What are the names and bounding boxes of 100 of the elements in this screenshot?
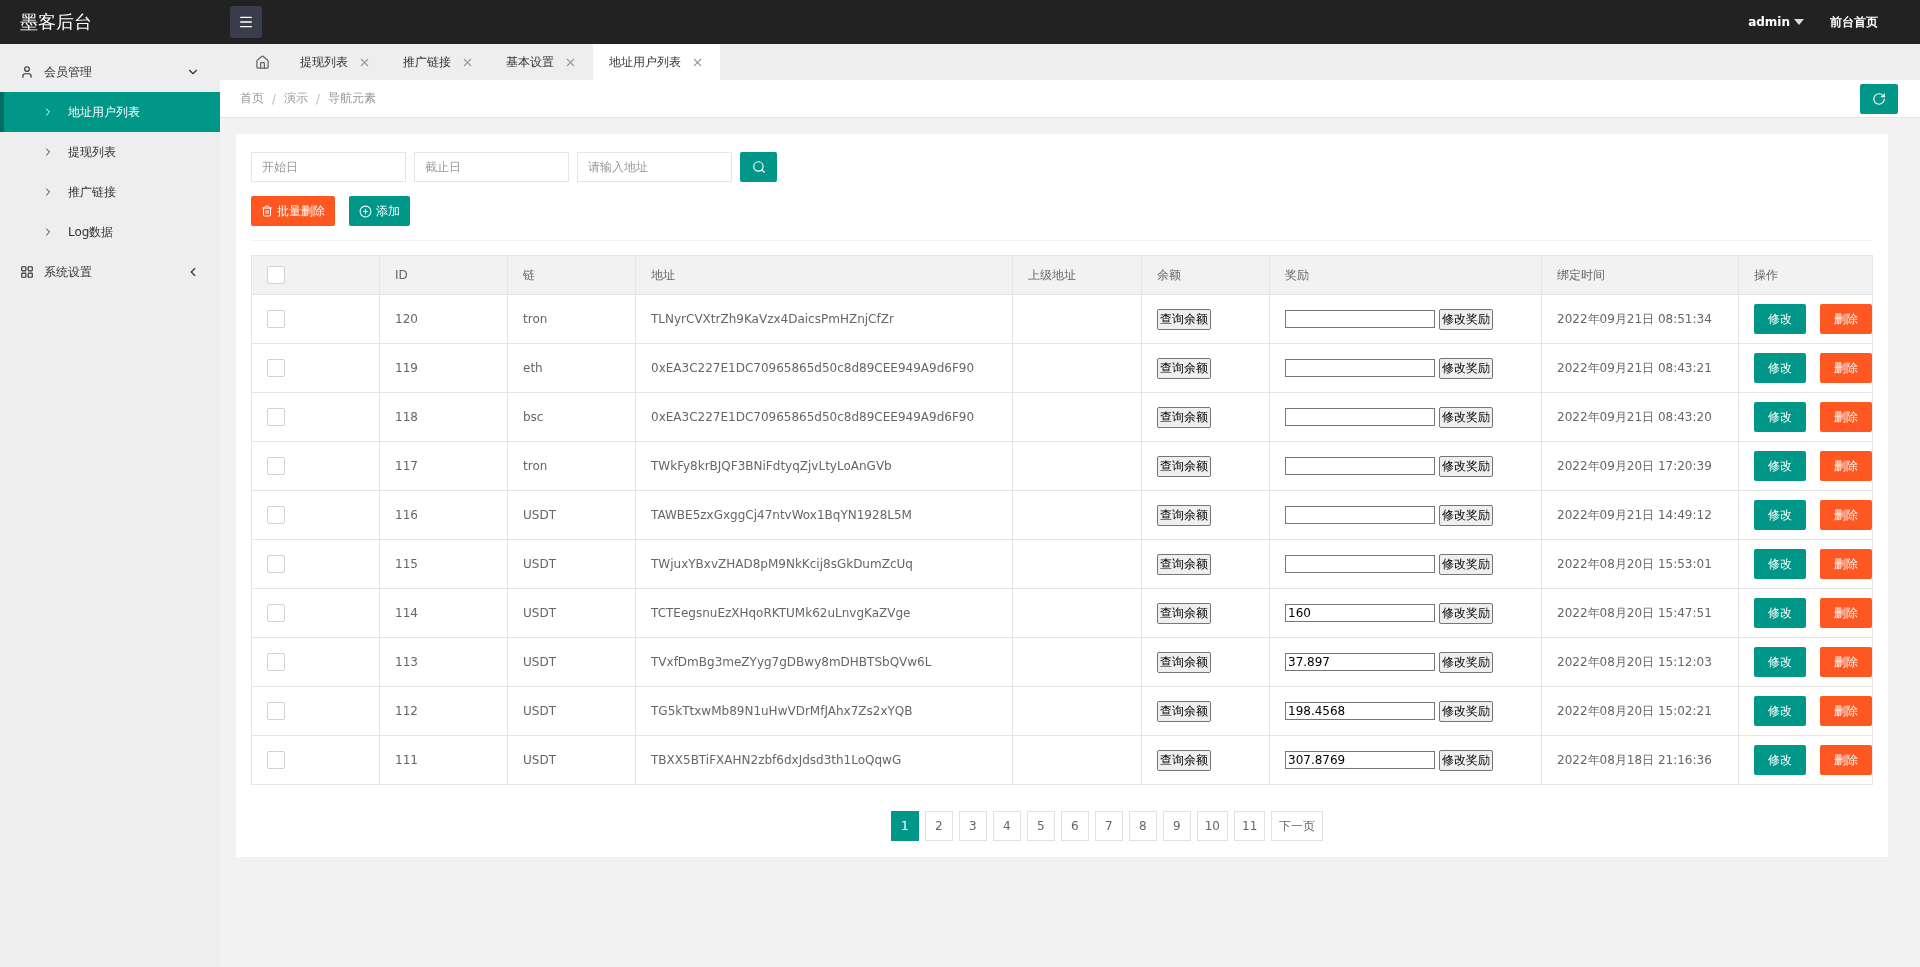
table-cell: TCTEegsnuEzXHqoRKTUMk62uLnvgKaZVge [635, 588, 1013, 638]
query-balance-button[interactable]: 查询余额 [1157, 651, 1211, 673]
update-reward-button[interactable]: 修改奖励 [1439, 455, 1493, 477]
reward-field[interactable]: 198.4568 [1285, 702, 1435, 720]
grid-icon [20, 265, 34, 279]
reward-field[interactable]: 307.8769 [1285, 751, 1435, 769]
user-menu[interactable]: admin [1748, 15, 1804, 29]
query-balance-button[interactable]: 查询余额 [1157, 357, 1211, 379]
update-reward-button[interactable]: 修改奖励 [1439, 553, 1493, 575]
edit-button[interactable]: 修改 [1754, 696, 1806, 726]
query-balance-button[interactable]: 查询余额 [1157, 504, 1211, 526]
reward-field[interactable] [1285, 506, 1435, 524]
reward-field[interactable] [1285, 359, 1435, 377]
update-reward-button[interactable]: 修改奖励 [1439, 651, 1493, 673]
row-checkbox[interactable] [267, 408, 285, 426]
edit-button[interactable]: 修改 [1754, 549, 1806, 579]
table-cell: USDT [507, 686, 636, 736]
frontend-link[interactable]: 前台首页 [1830, 13, 1878, 31]
row-checkbox[interactable] [267, 751, 285, 769]
breadcrumb-separator: / [272, 91, 277, 106]
reward-field[interactable]: 160 [1285, 604, 1435, 622]
edit-button[interactable]: 修改 [1754, 500, 1806, 530]
query-balance-button[interactable]: 查询余额 [1157, 602, 1211, 624]
update-reward-button[interactable]: 修改奖励 [1439, 700, 1493, 722]
page-button[interactable]: 5 [1026, 811, 1055, 841]
page-button[interactable]: 11 [1234, 811, 1266, 841]
page-button[interactable]: 3 [958, 811, 987, 841]
table-cell: 0xEA3C227E1DC70965865d50c8d89CEE949A9d6F90 [635, 343, 1013, 393]
page-button[interactable]: 7 [1094, 811, 1123, 841]
sidebar-item[interactable]: 系统设置 [0, 252, 220, 292]
column-header: ID [379, 255, 508, 295]
column-header: 上级地址 [1012, 255, 1142, 295]
sidebar-subitem[interactable]: 推广链接 [0, 172, 220, 212]
reward-field[interactable] [1285, 555, 1435, 573]
edit-button[interactable]: 修改 [1754, 304, 1806, 334]
table-cell: 118 [379, 392, 508, 442]
sidebar-item[interactable]: 会员管理 [0, 52, 220, 92]
edit-button[interactable]: 修改 [1754, 353, 1806, 383]
reward-field[interactable] [1285, 408, 1435, 426]
row-checkbox[interactable] [267, 457, 285, 475]
query-balance-button[interactable]: 查询余额 [1157, 700, 1211, 722]
update-reward-button[interactable]: 修改奖励 [1439, 504, 1493, 526]
page-button[interactable]: 4 [992, 811, 1021, 841]
reward-field[interactable] [1285, 310, 1435, 328]
sidebar-subitem[interactable]: 提现列表 [0, 132, 220, 172]
reward-field[interactable]: 37.897 [1285, 653, 1435, 671]
edit-button[interactable]: 修改 [1754, 402, 1806, 432]
table-cell: USDT [507, 637, 636, 687]
edit-button[interactable]: 修改 [1754, 745, 1806, 775]
tab[interactable]: 提现列表 [284, 44, 387, 80]
row-checkbox[interactable] [267, 310, 285, 328]
tab[interactable]: 地址用户列表 [593, 44, 720, 80]
edit-button[interactable]: 修改 [1754, 598, 1806, 628]
query-balance-button[interactable]: 查询余额 [1157, 749, 1211, 771]
update-reward-button[interactable]: 修改奖励 [1439, 357, 1493, 379]
reward-field[interactable] [1285, 457, 1435, 475]
page-button[interactable]: 2 [924, 811, 953, 841]
breadcrumb-separator: / [316, 91, 321, 106]
add-button[interactable]: 添加 [349, 196, 410, 226]
row-checkbox[interactable] [267, 702, 285, 720]
query-balance-button[interactable]: 查询余额 [1157, 308, 1211, 330]
row-checkbox[interactable] [267, 555, 285, 573]
update-reward-button[interactable]: 修改奖励 [1439, 308, 1493, 330]
sidebar-subitem[interactable]: 地址用户列表 [0, 92, 220, 132]
page-button[interactable]: 10 [1196, 811, 1228, 841]
query-balance-button[interactable]: 查询余额 [1157, 553, 1211, 575]
row-checkbox[interactable] [267, 506, 285, 524]
page-button[interactable]: 1 [890, 811, 919, 841]
table-cell: TG5kTtxwMb89N1uHwVDrMfJAhx7Zs2xYQB [635, 686, 1013, 736]
row-checkbox[interactable] [267, 653, 285, 671]
query-balance-button[interactable]: 查询余额 [1157, 406, 1211, 428]
table-cell: 113 [379, 637, 508, 687]
page-button[interactable]: 8 [1128, 811, 1157, 841]
edit-button[interactable]: 修改 [1754, 451, 1806, 481]
address-field[interactable]: 请输入地址 [577, 152, 732, 182]
query-balance-button[interactable]: 查询余额 [1157, 455, 1211, 477]
update-reward-button[interactable]: 修改奖励 [1439, 406, 1493, 428]
update-reward-button[interactable]: 修改奖励 [1439, 602, 1493, 624]
table-cell: 119 [379, 343, 508, 393]
select-all-checkbox[interactable] [267, 266, 285, 284]
tab[interactable]: 推广链接 [387, 44, 490, 80]
edit-button[interactable]: 修改 [1754, 647, 1806, 677]
refresh-button[interactable] [1860, 83, 1898, 114]
table-cell: 2022年08月20日 15:12:03 [1541, 637, 1739, 687]
row-checkbox[interactable] [267, 359, 285, 377]
next-page-button[interactable]: 下一页 [1271, 811, 1324, 841]
page-button[interactable]: 6 [1060, 811, 1089, 841]
page-button[interactable]: 9 [1162, 811, 1191, 841]
row-checkbox[interactable] [267, 604, 285, 622]
sidebar-subitem[interactable]: Log数据 [0, 212, 220, 252]
search-button[interactable] [740, 152, 777, 182]
table-cell: 2022年09月21日 08:43:20 [1541, 392, 1739, 442]
plus-circle-icon [359, 204, 372, 218]
start-date-field[interactable]: 开始日 [251, 152, 406, 182]
tab[interactable]: 基本设置 [490, 44, 593, 80]
table-cell: TVxfDmBg3meZYyg7gDBwy8mDHBTSbQVw6L [635, 637, 1013, 687]
end-date-field[interactable]: 截止日 [414, 152, 569, 182]
menu-button[interactable] [230, 6, 262, 38]
trash-icon [261, 205, 273, 217]
update-reward-button[interactable]: 修改奖励 [1439, 749, 1493, 771]
